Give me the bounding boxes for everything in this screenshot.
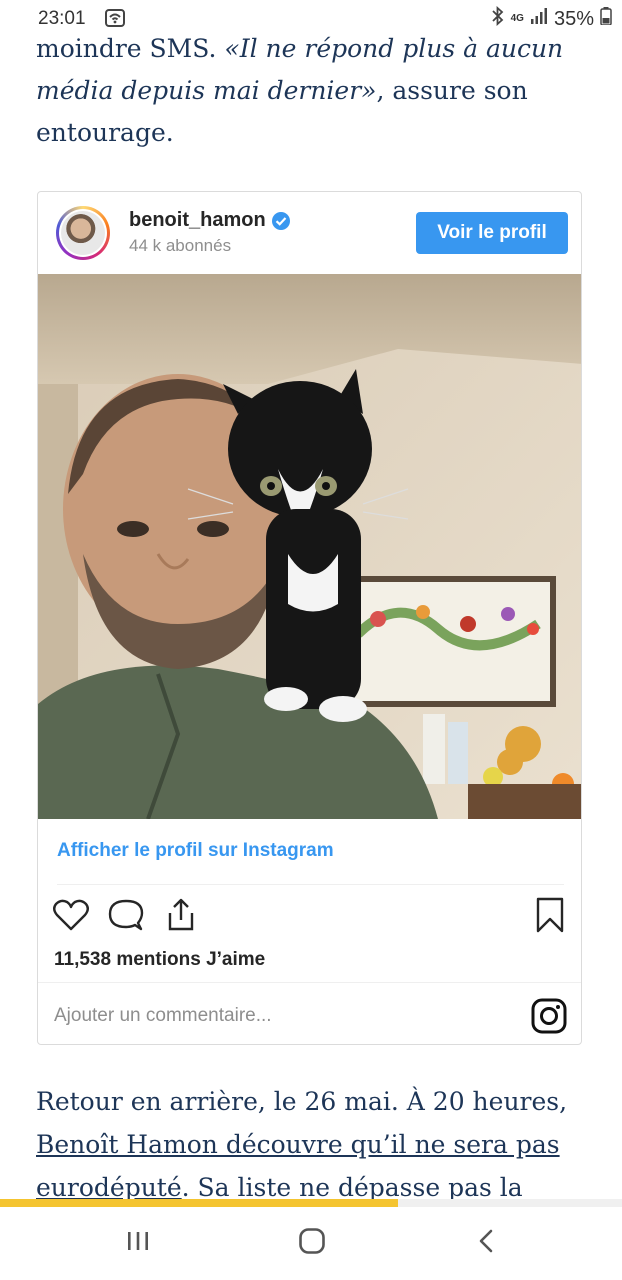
view-profile-button[interactable]: Voir le profil [416,212,568,254]
battery-icon [600,7,612,31]
view-on-instagram-link[interactable]: Afficher le profil sur Instagram [57,840,334,862]
home-icon[interactable] [298,1227,326,1259]
status-time: 23:01 [38,8,86,29]
verified-icon [271,211,291,235]
follower-count: 44 k abonnés [129,236,232,255]
comment-icon[interactable] [107,896,145,938]
reading-progress-fill [0,1199,399,1207]
instagram-header: benoit_hamon 44 k abonnés Voir le profil [38,192,581,274]
likes-count: 11,538 mentions J’aime [54,949,266,970]
instagram-embed: benoit_hamon 44 k abonnés Voir le profil [37,191,582,1045]
post-photo[interactable] [38,274,581,820]
article-text: . Sa liste ne dépasse pas la [181,1173,523,1202]
avatar[interactable] [56,206,110,260]
article-paragraph-bottom: Retour en arrière, le 26 mai. À 20 heure… [36,1080,596,1209]
divider [38,982,581,983]
reading-progress-bar [0,1199,622,1207]
share-icon[interactable] [162,896,200,938]
article-paragraph-top: moindre SMS. «Il ne répond plus à aucun … [36,28,596,154]
bookmark-icon[interactable] [532,896,568,938]
comment-input[interactable]: Ajouter un commentaire... [54,1005,272,1027]
post-actions [52,896,572,940]
back-icon[interactable] [474,1227,498,1259]
article-text: moindre SMS. [36,34,225,63]
navigation-bar [0,1207,622,1280]
instagram-logo-icon[interactable] [531,998,567,1038]
recents-icon[interactable] [126,1227,150,1259]
article-text: Retour en arrière, le 26 mai. À 20 heure… [36,1087,568,1116]
divider [57,884,564,885]
heart-icon[interactable] [52,896,90,938]
username[interactable]: benoit_hamon [129,209,266,232]
network-type: 4G [510,13,524,24]
